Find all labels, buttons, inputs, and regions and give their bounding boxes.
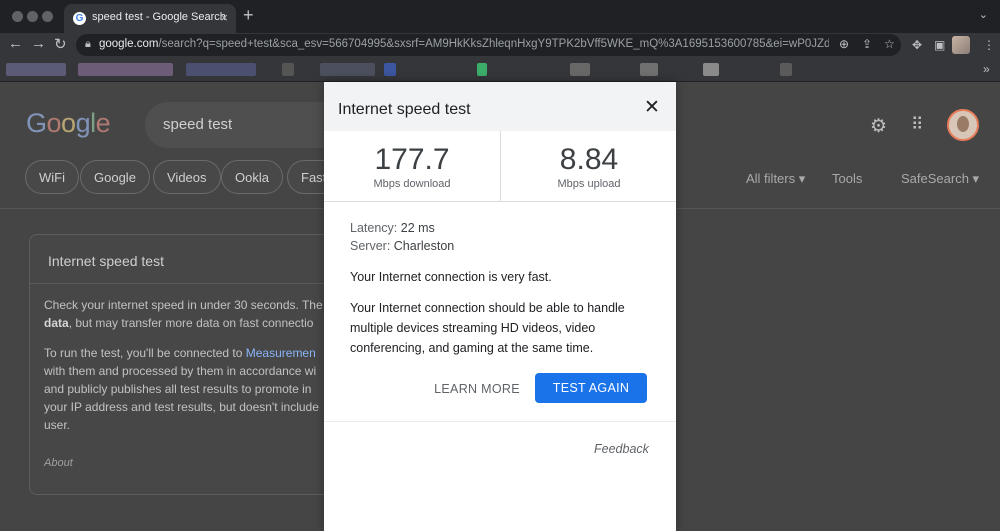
- upload-result: 8.84 Mbps upload: [501, 131, 677, 201]
- bookmark-item[interactable]: [6, 63, 66, 76]
- bookmark-item[interactable]: [186, 63, 256, 76]
- bookmark-item[interactable]: [78, 63, 173, 76]
- close-icon[interactable]: ✕: [644, 96, 660, 119]
- card-text-line: To run the test, you'll be connected to …: [44, 344, 364, 362]
- url-text[interactable]: google.com/search?q=speed+test&sca_esv=5…: [99, 38, 829, 50]
- bookmark-item[interactable]: [780, 63, 792, 76]
- card-text-line: and publicly publishes all test results …: [44, 382, 312, 396]
- server-value: Charleston: [393, 239, 455, 253]
- card-text-line: data, but may transfer more data on fast…: [44, 314, 364, 332]
- speed-test-dialog: Internet speed test ✕ 177.7 Mbps downloa…: [324, 82, 676, 531]
- chip-wifi[interactable]: WiFi: [25, 160, 79, 194]
- browser-toolbar: ← → ↻ 🔒︎ google.com/search?q=speed+test&…: [0, 33, 1000, 57]
- card-text-line: Check your internet speed in under 30 se…: [44, 298, 323, 312]
- lock-icon[interactable]: 🔒︎: [85, 38, 91, 51]
- url-domain: google.com: [99, 38, 159, 50]
- feedback-link[interactable]: Feedback: [594, 442, 649, 456]
- upload-speed-unit: Mbps upload: [557, 178, 621, 190]
- back-arrow-icon[interactable]: ←: [8, 35, 23, 52]
- browser-profile-avatar[interactable]: [952, 36, 970, 54]
- safesearch-button[interactable]: SafeSearch ▾: [901, 171, 979, 187]
- learn-more-button[interactable]: LEARN MORE: [432, 374, 522, 404]
- bookmarks-bar: »: [0, 57, 1000, 82]
- new-tab-button[interactable]: +: [243, 5, 254, 26]
- latency-row: Latency: 22 ms: [350, 221, 435, 235]
- download-speed-unit: Mbps download: [373, 178, 451, 190]
- speed-test-card: Internet speed test Check your internet …: [29, 234, 360, 495]
- card-divider: [30, 283, 360, 284]
- connection-summary: Your Internet connection is very fast.: [350, 270, 552, 284]
- card-text-line: user.: [44, 418, 71, 432]
- settings-gear-icon[interactable]: ⚙: [870, 115, 887, 138]
- test-again-button[interactable]: TEST AGAIN: [535, 373, 647, 403]
- download-speed-value: 177.7: [374, 143, 450, 176]
- sidebar-icon[interactable]: ▣: [934, 38, 945, 52]
- connection-description: Your Internet connection should be able …: [350, 301, 625, 355]
- about-link[interactable]: About: [44, 457, 73, 469]
- bookmark-item[interactable]: [640, 63, 658, 76]
- forward-arrow-icon[interactable]: →: [31, 35, 46, 52]
- browser-tab-bar: G speed test - Google Search × + ⌄: [0, 0, 1000, 33]
- tab-close-icon[interactable]: ×: [220, 10, 228, 25]
- search-query-text: speed test: [163, 116, 233, 133]
- extensions-icon[interactable]: ✥: [912, 38, 922, 52]
- dialog-footer-divider: [324, 421, 676, 422]
- bookmark-item[interactable]: [282, 63, 294, 76]
- card-text-fragment: To run the test, you'll be connected to: [44, 346, 246, 360]
- window-zoom-dot[interactable]: [42, 11, 53, 22]
- bookmark-item[interactable]: [384, 63, 396, 76]
- server-row: Server: Charleston: [350, 239, 454, 253]
- server-label: Server:: [350, 239, 391, 253]
- google-favicon-icon: G: [73, 12, 86, 25]
- latency-value: 22 ms: [400, 221, 435, 235]
- share-icon[interactable]: ⇪: [862, 37, 872, 51]
- reload-icon[interactable]: ↻: [54, 35, 67, 53]
- apps-grid-icon[interactable]: ⠿: [911, 115, 923, 135]
- url-path: /search?q=speed+test&sca_esv=566704995&s…: [158, 38, 829, 50]
- dialog-title: Internet speed test: [338, 101, 471, 118]
- dialog-header: Internet speed test ✕: [324, 82, 676, 131]
- account-avatar[interactable]: [947, 109, 979, 141]
- bookmark-star-icon[interactable]: ☆: [884, 37, 895, 51]
- all-filters-button[interactable]: All filters ▾: [746, 171, 805, 187]
- card-text-line: your IP address and test results, but do…: [44, 400, 319, 414]
- measurement-lab-link[interactable]: Measuremen: [246, 346, 316, 360]
- window-minimize-dot[interactable]: [27, 11, 38, 22]
- bookmark-item[interactable]: [703, 63, 719, 76]
- zoom-icon[interactable]: ⊕: [839, 37, 849, 51]
- address-bar[interactable]: 🔒︎ google.com/search?q=speed+test&sca_es…: [76, 34, 901, 56]
- kebab-menu-icon[interactable]: ⋮: [983, 38, 995, 52]
- browser-tab-active[interactable]: G speed test - Google Search ×: [64, 4, 236, 33]
- speed-results: 177.7 Mbps download 8.84 Mbps upload: [324, 131, 676, 202]
- bookmark-item[interactable]: [320, 63, 375, 76]
- card-text-fragment: , but may transfer more data on fast con…: [68, 316, 314, 330]
- google-logo[interactable]: Google: [26, 108, 111, 139]
- bookmarks-overflow-icon[interactable]: »: [983, 62, 990, 76]
- chip-videos[interactable]: Videos: [153, 160, 221, 194]
- card-title: Internet speed test: [48, 253, 164, 269]
- tab-search-chevron-icon[interactable]: ⌄: [979, 8, 988, 21]
- avatar-face: [957, 116, 969, 132]
- tab-title: speed test - Google Search: [92, 11, 226, 23]
- card-text-line: with them and processed by them in accor…: [44, 364, 317, 378]
- bookmark-item[interactable]: [477, 63, 487, 76]
- search-input[interactable]: speed test: [145, 102, 345, 148]
- tools-button[interactable]: Tools: [832, 171, 862, 186]
- window-close-dot[interactable]: [12, 11, 23, 22]
- chip-ookla[interactable]: Ookla: [221, 160, 283, 194]
- chip-fast[interactable]: Fast: [287, 160, 327, 194]
- chip-google[interactable]: Google: [80, 160, 150, 194]
- bookmark-item[interactable]: [570, 63, 590, 76]
- upload-speed-value: 8.84: [559, 143, 619, 176]
- latency-label: Latency:: [350, 221, 398, 235]
- download-result: 177.7 Mbps download: [324, 131, 500, 201]
- card-bold-data: data: [44, 316, 69, 330]
